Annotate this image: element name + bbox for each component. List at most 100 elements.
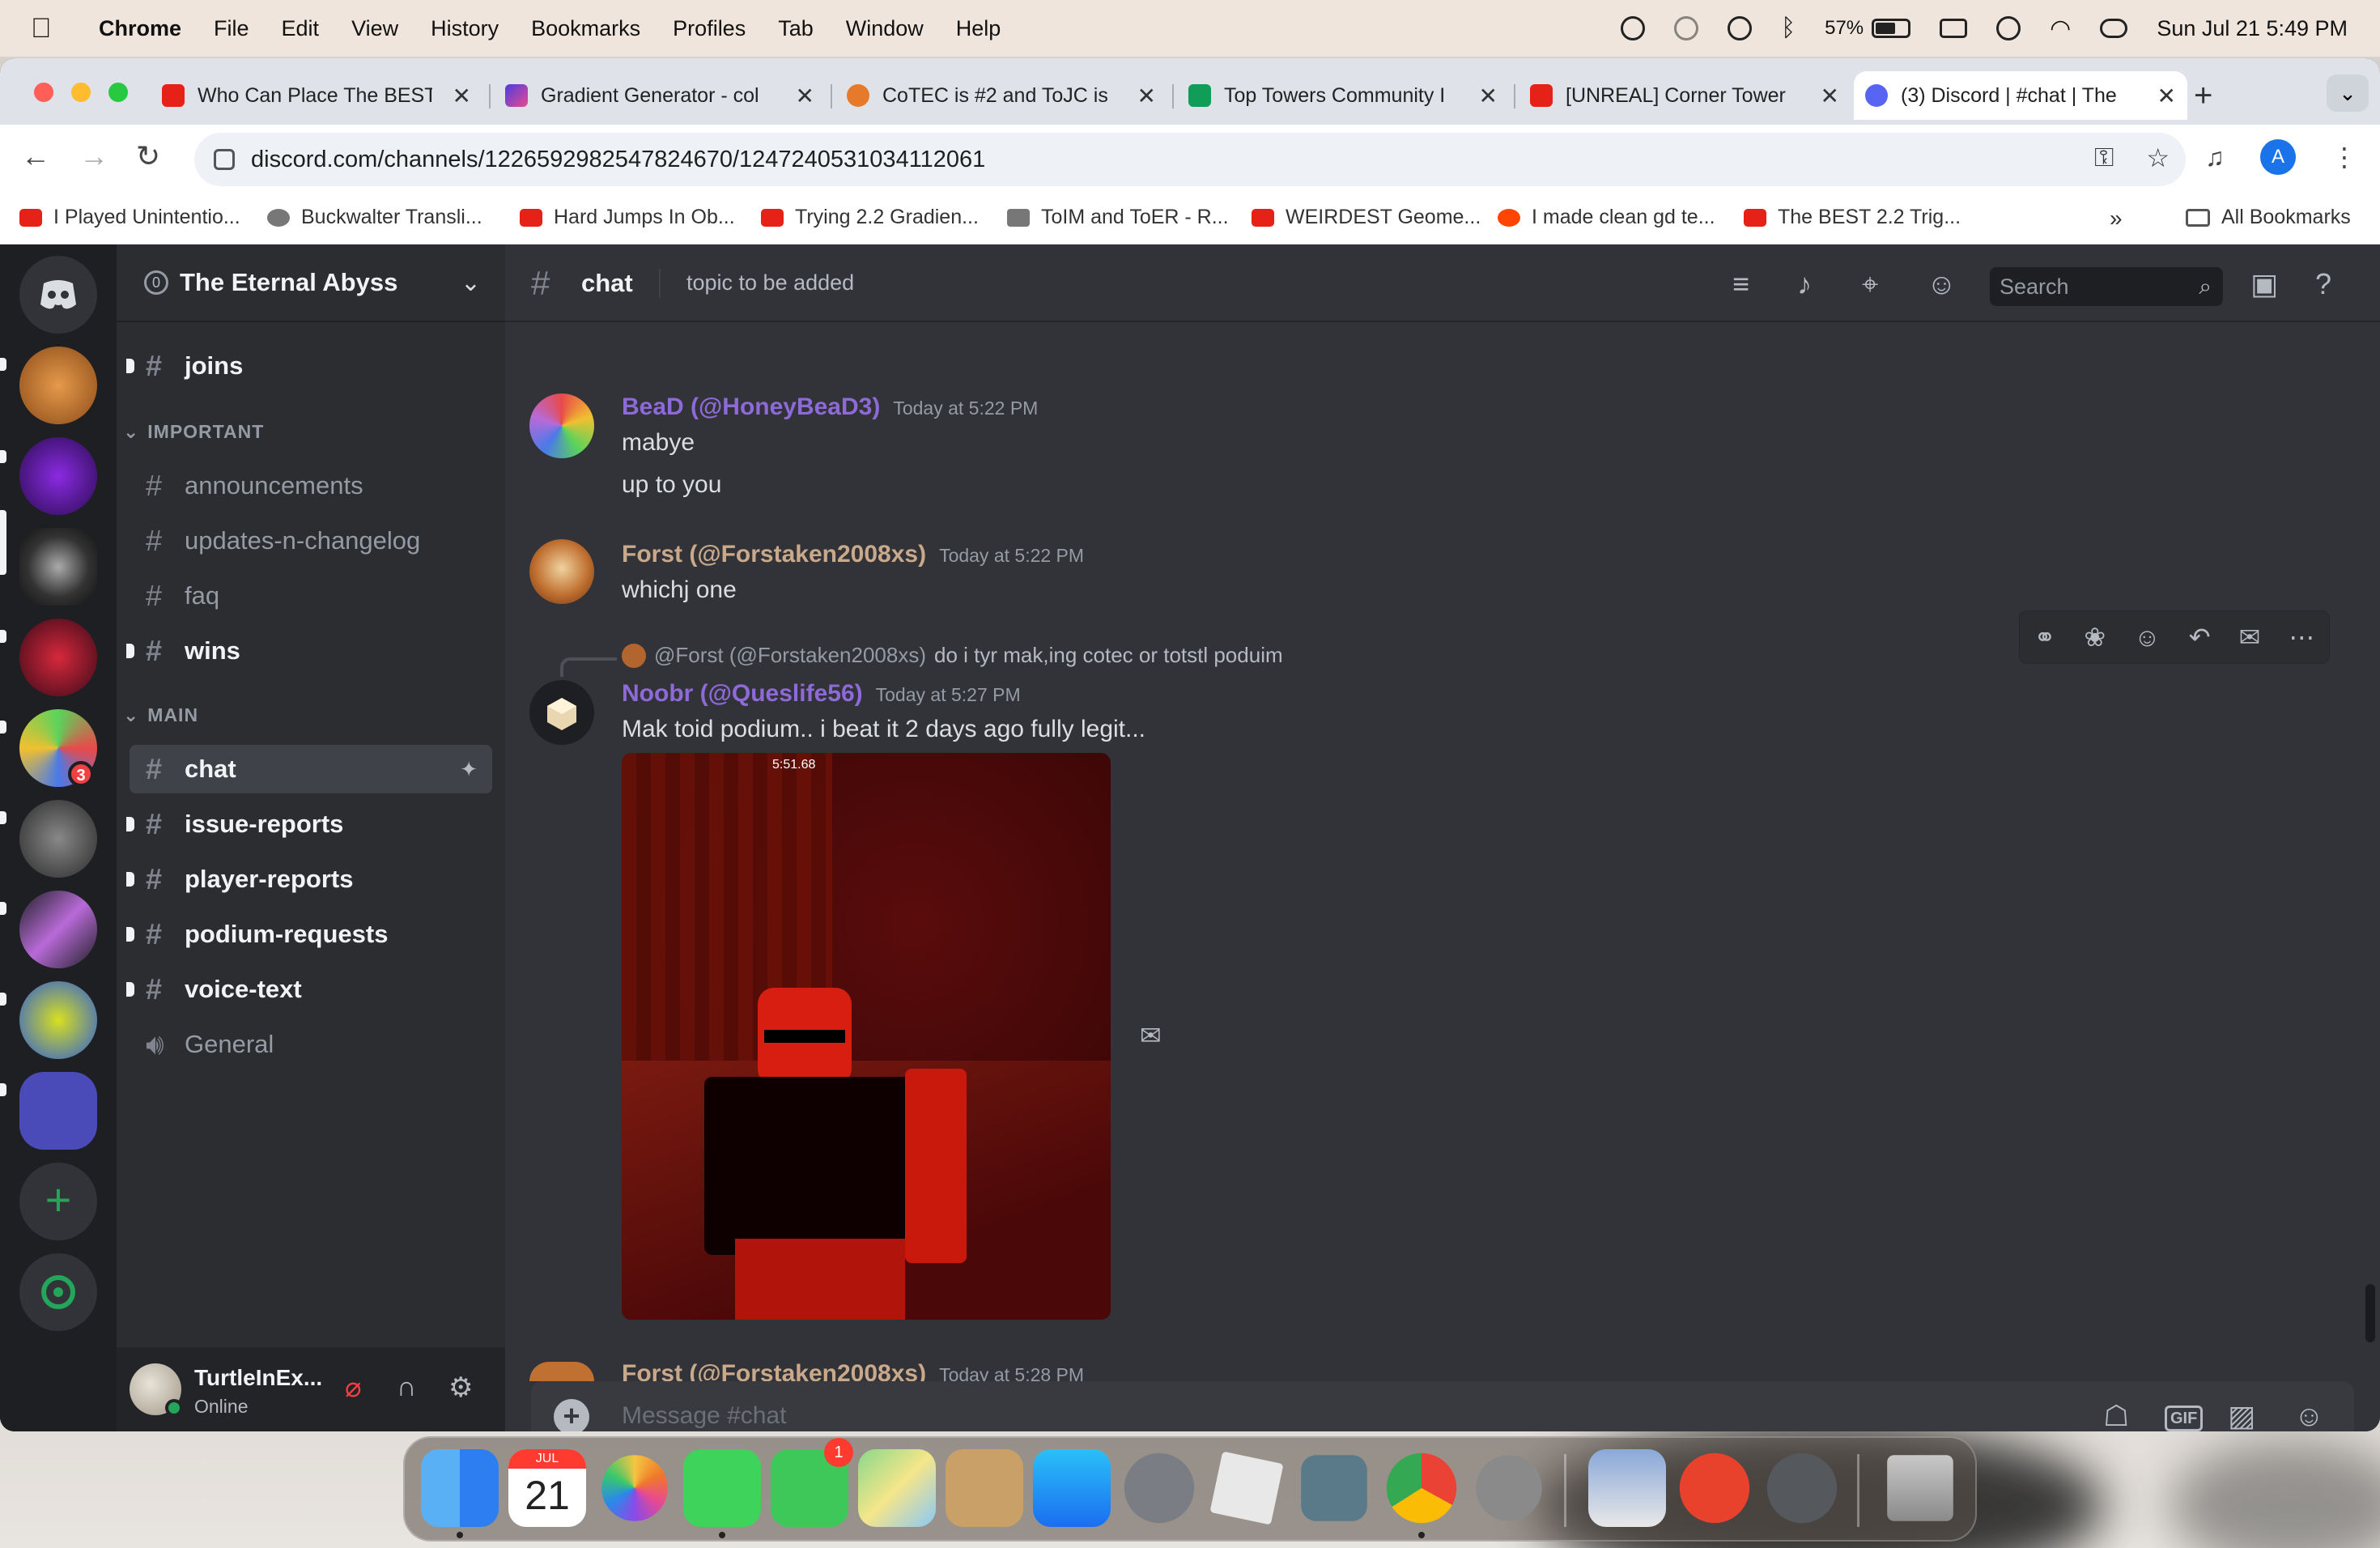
profile-avatar[interactable]: A bbox=[2260, 139, 2296, 175]
forward-message-icon[interactable]: ✉ bbox=[1140, 1020, 1162, 1051]
bookmark-item[interactable]: Buckwalter Transli... bbox=[267, 206, 482, 229]
server-icon[interactable] bbox=[19, 619, 97, 696]
browser-tab[interactable]: Who Can Place The BEST ✕ bbox=[151, 71, 482, 120]
forward-button[interactable]: → bbox=[79, 139, 108, 173]
password-key-icon[interactable]: ⚿ bbox=[2094, 142, 2114, 173]
photos-icon[interactable] bbox=[601, 1455, 668, 1521]
mute-microphone-icon[interactable]: ⌀ bbox=[345, 1372, 361, 1404]
chrome-menu-icon[interactable]: ⋮ bbox=[2331, 142, 2357, 172]
add-reaction-icon[interactable]: ☺ bbox=[2134, 623, 2161, 653]
close-tab-icon[interactable]: ✕ bbox=[1137, 83, 1156, 109]
minimize-window-button[interactable] bbox=[71, 83, 91, 102]
server-icon[interactable] bbox=[19, 437, 97, 515]
trash-icon[interactable] bbox=[1887, 1455, 1953, 1521]
message-avatar[interactable] bbox=[529, 393, 594, 458]
input-menu-icon[interactable] bbox=[1940, 19, 1968, 38]
messages-icon[interactable] bbox=[683, 1449, 761, 1527]
emoji-picker-icon[interactable]: ☺ bbox=[2294, 1399, 2324, 1431]
add-super-reaction-icon[interactable]: ❀ bbox=[2084, 622, 2106, 653]
menu-window[interactable]: Window bbox=[846, 16, 924, 41]
bluetooth-icon[interactable]: ᛒ bbox=[1781, 15, 1796, 42]
bookmark-item[interactable]: Hard Jumps In Ob... bbox=[520, 206, 735, 229]
steam-icon[interactable] bbox=[1766, 1452, 1838, 1524]
roblox-icon[interactable] bbox=[1209, 1451, 1284, 1525]
gif-picker-icon[interactable]: GIF bbox=[2165, 1406, 2204, 1431]
more-options-icon[interactable]: ⋯ bbox=[2289, 622, 2314, 653]
channel-topic[interactable]: topic to be added bbox=[686, 270, 854, 296]
image-attachment[interactable]: 5:51.68 bbox=[622, 753, 1111, 1320]
message-author[interactable]: Noobr (@Queslife56) Today at 5:27 PM bbox=[622, 680, 1021, 708]
back-button[interactable]: ← bbox=[21, 139, 50, 173]
tab-search-button[interactable]: ⌄ bbox=[2327, 74, 2369, 112]
server-icon[interactable] bbox=[19, 891, 97, 968]
reply-reference[interactable]: @Forst (@Forstaken2008xs) do i tyr mak,i… bbox=[622, 643, 1283, 668]
server-icon[interactable] bbox=[19, 1072, 97, 1150]
skype-icon[interactable] bbox=[1476, 1455, 1542, 1521]
browser-tab-active[interactable]: (3) Discord | #chat | The ✕ bbox=[1854, 71, 2187, 120]
finder-icon[interactable] bbox=[421, 1449, 499, 1527]
create-thread-icon[interactable]: ✉ bbox=[2239, 622, 2261, 653]
browser-tab[interactable]: Top Towers Community I ✕ bbox=[1177, 71, 1509, 120]
help-icon[interactable]: ? bbox=[2315, 267, 2331, 301]
roblox-studio-icon[interactable] bbox=[1301, 1455, 1367, 1521]
message-avatar[interactable] bbox=[529, 1362, 594, 1381]
server-icon-active[interactable] bbox=[19, 528, 97, 606]
channel-chat[interactable]: # chat ✦ bbox=[130, 745, 492, 793]
close-tab-icon[interactable]: ✕ bbox=[1821, 83, 1839, 109]
now-playing-icon[interactable] bbox=[1996, 16, 2021, 40]
contacts-icon[interactable] bbox=[946, 1449, 1023, 1527]
channel-joins[interactable]: # joins bbox=[126, 342, 492, 390]
menu-profiles[interactable]: Profiles bbox=[673, 16, 746, 41]
inbox-icon[interactable]: ▣ bbox=[2250, 267, 2278, 301]
category-main[interactable]: ⌄ MAIN bbox=[123, 704, 198, 726]
close-tab-icon[interactable]: ✕ bbox=[796, 83, 814, 109]
add-server-button[interactable]: + bbox=[19, 1163, 97, 1240]
message-author[interactable]: Forst (@Forstaken2008xs) Today at 5:28 PM bbox=[622, 1360, 1084, 1381]
menu-app-name[interactable]: Chrome bbox=[99, 16, 181, 41]
media-control-icon[interactable]: ♫ bbox=[2205, 142, 2225, 172]
copilot-icon[interactable] bbox=[1621, 16, 1646, 40]
bookmark-item[interactable]: WEIRDEST Geome... bbox=[1252, 206, 1481, 229]
server-icon[interactable] bbox=[19, 981, 97, 1059]
menu-bookmarks[interactable]: Bookmarks bbox=[531, 16, 640, 41]
channel-voice-text[interactable]: # voice-text bbox=[126, 965, 492, 1014]
gift-icon[interactable]: ☖ bbox=[2103, 1399, 2129, 1431]
channel-general-voice[interactable]: 🔊︎ General bbox=[130, 1020, 492, 1069]
browser-tab[interactable]: Gradient Generator - col ✕ bbox=[494, 71, 826, 120]
address-bar[interactable]: discord.com/channels/1226592982547824670… bbox=[194, 133, 2186, 186]
channel-updates-n-changelog[interactable]: # updates-n-changelog bbox=[130, 517, 492, 565]
browser-tab[interactable]: CoTEC is #2 and ToJC is ✕ bbox=[835, 71, 1167, 120]
create-invite-icon[interactable]: ✦ bbox=[460, 757, 478, 782]
close-window-button[interactable] bbox=[34, 83, 53, 102]
zoom-window-button[interactable] bbox=[108, 83, 128, 102]
bookmark-item[interactable]: I Played Unintentio... bbox=[19, 206, 240, 229]
menu-edit[interactable]: Edit bbox=[282, 16, 320, 41]
app-store-icon[interactable] bbox=[1033, 1449, 1111, 1527]
wifi-icon[interactable]: ◠ bbox=[2050, 15, 2071, 43]
channel-announcements[interactable]: # announcements bbox=[130, 461, 492, 510]
channel-wins[interactable]: # wins bbox=[126, 627, 492, 675]
discord-home-button[interactable] bbox=[19, 256, 97, 334]
server-icon[interactable] bbox=[19, 800, 97, 878]
username[interactable]: TurtleInEx... bbox=[194, 1365, 322, 1391]
bookmark-item[interactable]: ToIM and ToER - R... bbox=[1007, 206, 1229, 229]
maps-icon[interactable] bbox=[858, 1449, 936, 1527]
menubar-datetime[interactable]: Sun Jul 21 5:49 PM bbox=[2157, 16, 2348, 41]
threads-icon[interactable]: ≡ bbox=[1732, 267, 1749, 301]
menu-tab[interactable]: Tab bbox=[778, 16, 814, 41]
reload-button[interactable]: ↻ bbox=[136, 139, 160, 173]
battery-indicator[interactable]: 57% bbox=[1825, 17, 1911, 40]
bookmark-item[interactable]: I made clean gd te... bbox=[1498, 206, 1715, 229]
channel-issue-reports[interactable]: # issue-reports bbox=[126, 800, 492, 848]
bookmark-item[interactable]: Trying 2.2 Gradien... bbox=[761, 206, 979, 229]
safari-like-icon[interactable] bbox=[1679, 1452, 1750, 1524]
guild-header[interactable]: 0 The Eternal Abyss ⌄ bbox=[117, 245, 505, 322]
server-icon[interactable] bbox=[19, 347, 97, 424]
message-avatar[interactable] bbox=[529, 680, 594, 745]
search-input[interactable]: Search ⌕ bbox=[1990, 267, 2223, 306]
menu-history[interactable]: History bbox=[431, 16, 499, 41]
calendar-icon[interactable]: JUL 21 bbox=[508, 1449, 586, 1527]
bookmark-star-icon[interactable]: ☆ bbox=[2146, 142, 2170, 173]
channel-faq[interactable]: # faq bbox=[130, 572, 492, 620]
reply-icon[interactable]: ↶ bbox=[2189, 622, 2211, 653]
